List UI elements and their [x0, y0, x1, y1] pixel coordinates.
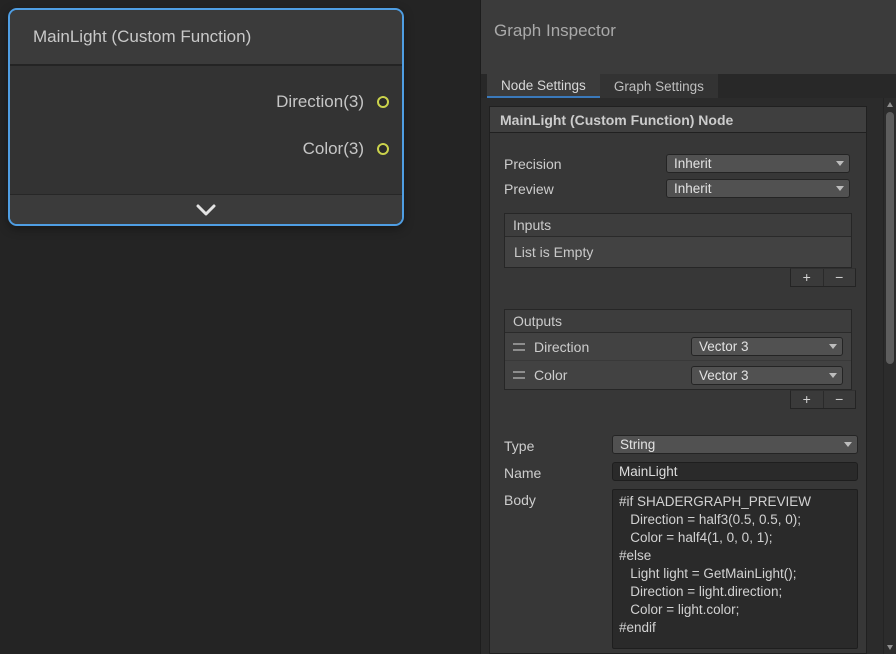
chevron-down-icon	[194, 204, 218, 216]
body-code-textarea[interactable]: #if SHADERGRAPH_PREVIEW Direction = half…	[612, 489, 858, 649]
dropdown-arrow-icon	[836, 186, 844, 191]
output-name-label: Color	[534, 367, 691, 383]
name-label: Name	[504, 462, 612, 481]
inspector-header: Graph Inspector	[481, 0, 896, 74]
dropdown-arrow-icon	[836, 161, 844, 166]
output-row-color-setting[interactable]: Color Vector 3	[505, 361, 851, 389]
output-row-color: Color(3)	[10, 125, 402, 172]
drag-handle-icon[interactable]	[513, 371, 525, 379]
output-color-type-value: Vector 3	[699, 368, 749, 383]
scroll-down-arrow-icon[interactable]	[887, 645, 893, 650]
remove-output-button[interactable]: −	[823, 391, 856, 408]
precision-label: Precision	[504, 156, 666, 172]
node-settings-box-title: MainLight (Custom Function) Node	[490, 107, 866, 133]
type-value: String	[620, 437, 655, 452]
output-color-type-dropdown[interactable]: Vector 3	[691, 366, 843, 385]
inspector-title: Graph Inspector	[494, 21, 616, 40]
inputs-header: Inputs	[505, 214, 851, 237]
output-row-direction: Direction(3)	[10, 78, 402, 125]
direction-output-port-icon[interactable]	[377, 96, 389, 108]
add-input-button[interactable]: +	[791, 269, 823, 286]
inspector-scrollbar[interactable]	[883, 98, 896, 654]
type-label: Type	[504, 435, 612, 454]
node-title: MainLight (Custom Function)	[33, 27, 251, 47]
inputs-empty-row: List is Empty	[505, 237, 851, 267]
drag-handle-icon[interactable]	[513, 343, 525, 351]
precision-value: Inherit	[674, 156, 712, 171]
outputs-header: Outputs	[505, 310, 851, 333]
tab-node-settings[interactable]: Node Settings	[487, 74, 600, 98]
port-label-direction: Direction(3)	[276, 92, 364, 112]
shader-graph-window: MainLight (Custom Function) Direction(3)…	[0, 0, 896, 654]
precision-row: Precision Inherit	[504, 151, 858, 176]
node-settings-content: MainLight (Custom Function) Node Precisi…	[481, 98, 896, 654]
remove-input-button[interactable]: −	[823, 269, 856, 286]
node-expand-button[interactable]	[10, 194, 402, 224]
output-direction-type-dropdown[interactable]: Vector 3	[691, 337, 843, 356]
add-output-button[interactable]: +	[791, 391, 823, 408]
node-mainlight-custom-function[interactable]: MainLight (Custom Function) Direction(3)…	[8, 8, 404, 226]
output-direction-type-value: Vector 3	[699, 339, 749, 354]
type-dropdown[interactable]: String	[612, 435, 858, 454]
scroll-up-arrow-icon[interactable]	[887, 102, 893, 107]
preview-label: Preview	[504, 181, 666, 197]
name-row: Name	[504, 462, 858, 481]
preview-row: Preview Inherit	[504, 176, 858, 201]
preview-value: Inherit	[674, 181, 712, 196]
dropdown-arrow-icon	[829, 344, 837, 349]
tab-node-settings-label: Node Settings	[501, 78, 586, 93]
outputs-section: Outputs Direction Vector 3 Color	[504, 309, 852, 390]
dropdown-arrow-icon	[829, 373, 837, 378]
precision-dropdown[interactable]: Inherit	[666, 154, 850, 173]
tab-graph-settings-label: Graph Settings	[614, 79, 704, 94]
node-output-ports: Direction(3) Color(3)	[10, 66, 402, 172]
graph-inspector-panel: Graph Inspector Node Settings Graph Sett…	[480, 0, 896, 654]
body-label: Body	[504, 489, 612, 654]
port-label-color: Color(3)	[303, 139, 364, 159]
type-row: Type String	[504, 435, 858, 454]
node-title-bar[interactable]: MainLight (Custom Function)	[10, 10, 402, 66]
preview-dropdown[interactable]: Inherit	[666, 179, 850, 198]
inputs-list-controls: + −	[790, 268, 856, 287]
node-settings-box: MainLight (Custom Function) Node Precisi…	[489, 106, 867, 654]
color-output-port-icon[interactable]	[377, 143, 389, 155]
output-name-label: Direction	[534, 339, 691, 355]
output-row-direction-setting[interactable]: Direction Vector 3	[505, 333, 851, 361]
body-row: Body #if SHADERGRAPH_PREVIEW Direction =…	[504, 489, 858, 654]
name-input[interactable]	[612, 462, 858, 481]
dropdown-arrow-icon	[844, 442, 852, 447]
outputs-list-controls: + −	[790, 390, 856, 409]
tab-graph-settings[interactable]: Graph Settings	[600, 74, 718, 98]
inputs-section: Inputs List is Empty	[504, 213, 852, 268]
scrollbar-thumb[interactable]	[886, 112, 894, 364]
inspector-tabbar: Node Settings Graph Settings	[481, 74, 896, 98]
